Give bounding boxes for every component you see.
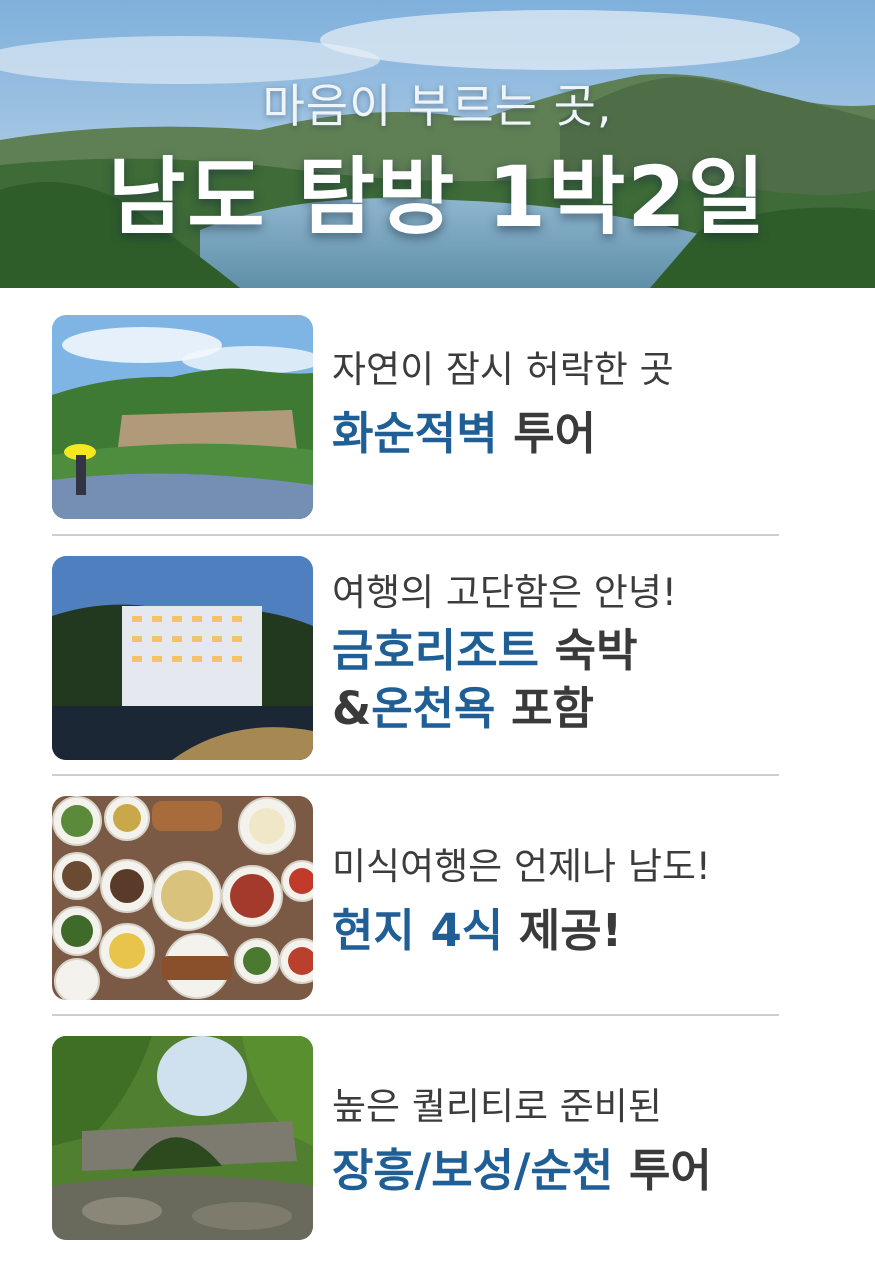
item-subtitle: 높은 퀄리티로 준비된 [332, 1085, 662, 1128]
item-headline: 금호리조트 숙박 [332, 622, 792, 680]
item-headline: 화순적벽 투어 [332, 405, 792, 463]
item-subtitle: 여행의 고단함은 안녕! [332, 571, 677, 614]
divider [52, 774, 779, 776]
hero-title: 남도 탐방 1박2일 [107, 148, 768, 246]
stone-bridge-photo [52, 1036, 313, 1240]
resort-hotel-photo [52, 556, 313, 760]
item-subtitle: 자연이 잠시 허락한 곳 [332, 348, 674, 391]
feature-item-hwasun: 자연이 잠시 허락한 곳 화순적벽 투어 [52, 315, 780, 519]
divider [52, 1014, 779, 1016]
feature-item-food: 미식여행은 언제나 남도! 현지 4식 제공! [52, 796, 780, 1000]
item-headline: 현지 4식 제공! [332, 902, 792, 960]
item-headline-highlight: 화순적벽 [332, 407, 498, 460]
hero-subtitle: 마음이 부르는 곳, [262, 79, 613, 133]
item-headline-rest: 포함 [495, 682, 594, 735]
item-headline-highlight: 금호리조트 [332, 624, 540, 677]
feature-item-jangheung: 높은 퀄리티로 준비된 장흥/보성/순천 투어 [52, 1036, 780, 1240]
hero-banner: 마음이 부르는 곳, 남도 탐방 1박2일 [0, 0, 875, 288]
hwasun-cliff-photo [52, 315, 313, 519]
korean-meal-photo [52, 796, 313, 1000]
item-headline-prefix: & [332, 682, 372, 735]
item-headline-rest: 제공! [503, 904, 623, 957]
feature-item-resort: 여행의 고단함은 안녕! 금호리조트 숙박 &온천욕 포함 [52, 556, 780, 760]
item-headline: 장흥/보성/순천 투어 [332, 1142, 792, 1200]
item-headline-highlight: 장흥/보성/순천 [332, 1144, 614, 1197]
item-headline-highlight: 온천욕 [371, 682, 496, 735]
item-headline-highlight: 현지 4식 [332, 904, 504, 957]
item-headline-rest: 숙박 [539, 624, 638, 677]
item-headline-rest: 투어 [497, 407, 597, 460]
item-headline-line2: &온천욕 포함 [332, 680, 792, 738]
item-subtitle: 미식여행은 언제나 남도! [332, 845, 711, 888]
divider [52, 534, 779, 536]
item-headline-rest: 투어 [613, 1144, 712, 1197]
